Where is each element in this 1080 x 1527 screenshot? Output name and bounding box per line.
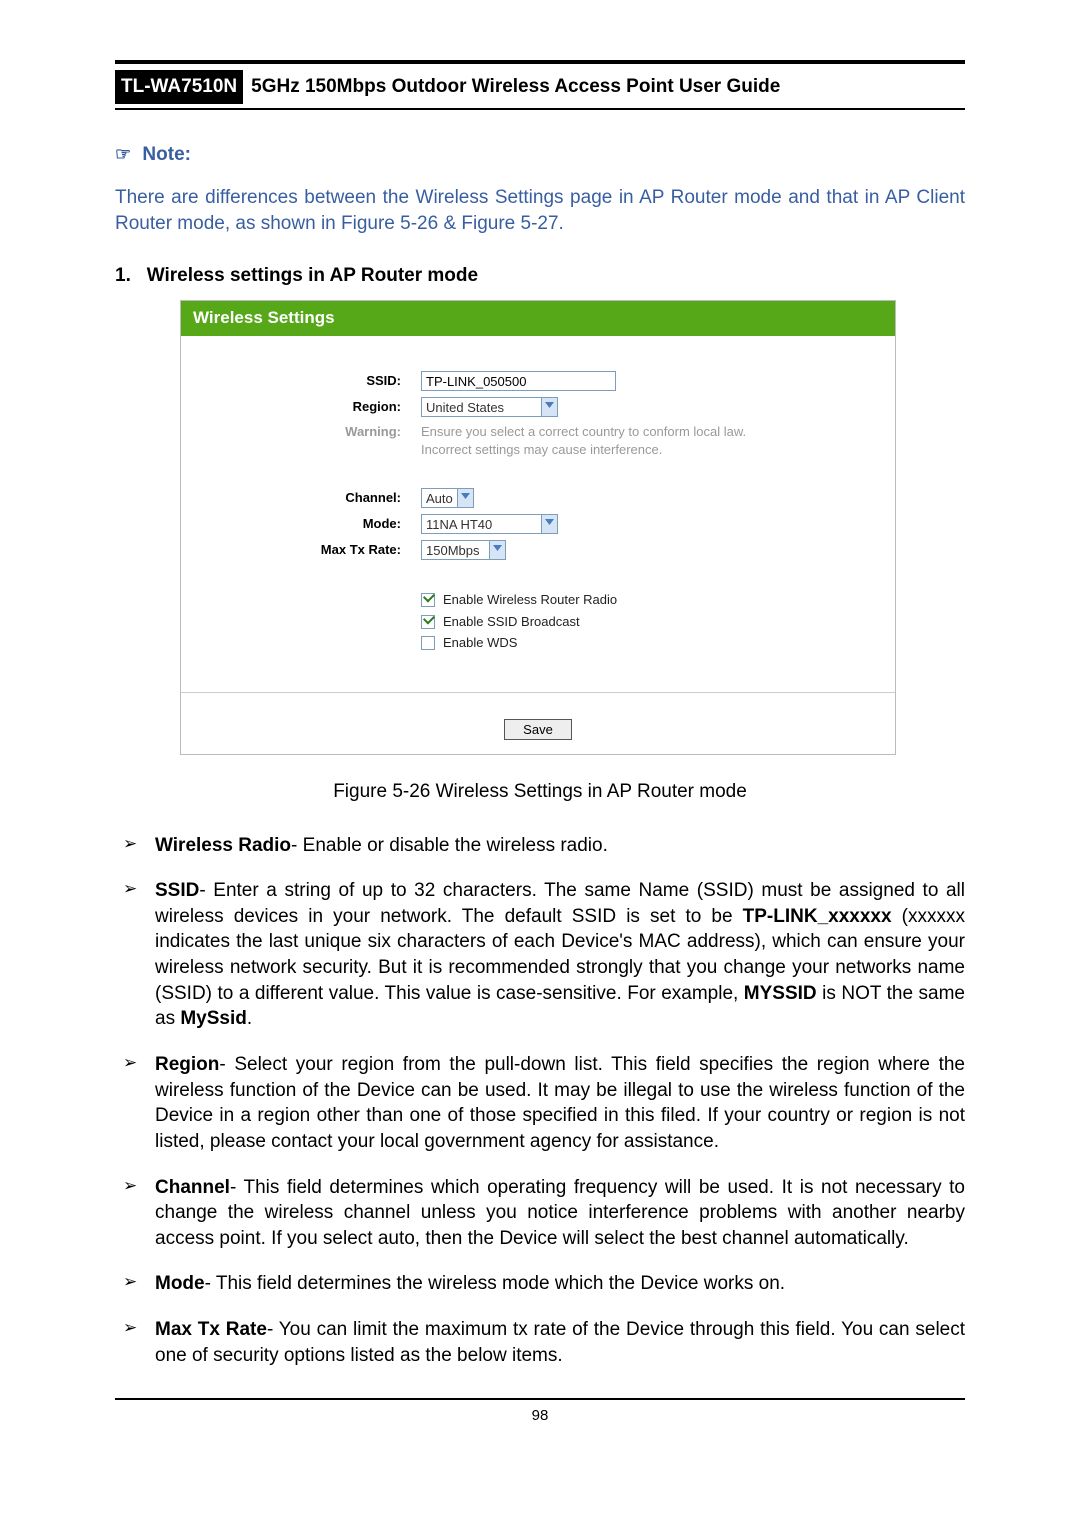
- chevron-down-icon: [457, 488, 474, 508]
- enable-bcast-checkbox[interactable]: [421, 615, 435, 629]
- row-mode: Mode: 11NA HT40: [201, 511, 875, 537]
- section-number: 1.: [115, 265, 131, 286]
- chevron-down-icon: [489, 540, 506, 560]
- note-label: Note:: [142, 144, 191, 165]
- enable-wds-checkbox[interactable]: [421, 636, 435, 650]
- def-wireless-radio: Wireless Radio- Enable or disable the wi…: [115, 833, 965, 859]
- save-button[interactable]: Save: [504, 719, 572, 740]
- section-heading: 1. Wireless settings in AP Router mode: [115, 263, 965, 289]
- mode-value: 11NA HT40: [421, 514, 541, 534]
- note-body: There are differences between the Wirele…: [115, 185, 965, 236]
- hand-icon: ☞: [115, 144, 131, 164]
- enable-wds-label: Enable WDS: [443, 634, 517, 652]
- definitions-list: Wireless Radio- Enable or disable the wi…: [115, 833, 965, 1369]
- model-badge: TL-WA7510N: [115, 70, 243, 104]
- label-max-tx: Max Tx Rate:: [201, 541, 421, 559]
- region-select[interactable]: United States: [421, 397, 558, 417]
- def-ssid: SSID- Enter a string of up to 32 charact…: [115, 878, 965, 1032]
- section-title: Wireless settings in AP Router mode: [147, 265, 478, 286]
- enable-radio-label: Enable Wireless Router Radio: [443, 591, 617, 609]
- figure-divider: [181, 692, 895, 693]
- label-region: Region:: [201, 398, 421, 416]
- max-tx-value: 150Mbps: [421, 540, 489, 560]
- channel-value: Auto: [421, 488, 457, 508]
- chevron-down-icon: [541, 397, 558, 417]
- mode-select[interactable]: 11NA HT40: [421, 514, 558, 534]
- warning-text: Ensure you select a correct country to c…: [421, 423, 746, 458]
- row-max-tx: Max Tx Rate: 150Mbps: [201, 537, 875, 563]
- figure-footer: Save: [181, 719, 895, 754]
- figure-caption: Figure 5-26 Wireless Settings in AP Rout…: [115, 779, 965, 805]
- ssid-input[interactable]: [421, 371, 616, 391]
- enable-radio-checkbox[interactable]: [421, 593, 435, 607]
- chevron-down-icon: [541, 514, 558, 534]
- def-mode: Mode- This field determines the wireless…: [115, 1271, 965, 1297]
- max-tx-select[interactable]: 150Mbps: [421, 540, 506, 560]
- figure-banner: Wireless Settings: [181, 301, 895, 336]
- channel-select[interactable]: Auto: [421, 488, 474, 508]
- doc-title: 5GHz 150Mbps Outdoor Wireless Access Poi…: [251, 70, 780, 104]
- def-max-tx: Max Tx Rate- You can limit the maximum t…: [115, 1317, 965, 1368]
- label-mode: Mode:: [201, 515, 421, 533]
- row-ssid: SSID:: [201, 368, 875, 394]
- header-under-rule: [115, 108, 965, 110]
- def-region: Region- Select your region from the pull…: [115, 1052, 965, 1155]
- note-heading: ☞ Note:: [115, 142, 965, 168]
- label-channel: Channel:: [201, 489, 421, 507]
- enable-bcast-label: Enable SSID Broadcast: [443, 613, 580, 631]
- header-top-rule: [115, 60, 965, 64]
- figure-wireless-settings: Wireless Settings SSID: Region: United S…: [180, 300, 896, 755]
- row-enable-bcast: Enable SSID Broadcast: [421, 611, 875, 633]
- page-number: 98: [115, 1406, 965, 1426]
- row-warning: Warning: Ensure you select a correct cou…: [201, 420, 875, 461]
- def-channel: Channel- This field determines which ope…: [115, 1175, 965, 1252]
- region-value: United States: [421, 397, 541, 417]
- label-warning: Warning:: [201, 423, 421, 441]
- row-region: Region: United States: [201, 394, 875, 420]
- row-enable-wds: Enable WDS: [421, 632, 875, 654]
- row-channel: Channel: Auto: [201, 485, 875, 511]
- footer-rule: [115, 1398, 965, 1400]
- row-enable-radio: Enable Wireless Router Radio: [421, 589, 875, 611]
- header: TL-WA7510N 5GHz 150Mbps Outdoor Wireless…: [115, 60, 965, 110]
- label-ssid: SSID:: [201, 372, 421, 390]
